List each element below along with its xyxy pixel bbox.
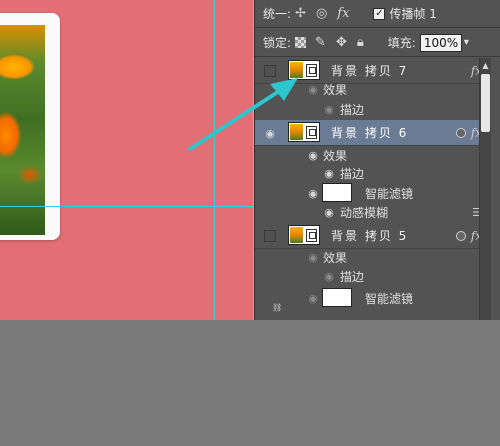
effects-row[interactable]: ◉ 效果	[255, 248, 490, 267]
effects-label: 效果	[323, 149, 348, 163]
horizontal-guide[interactable]	[0, 206, 253, 207]
smart-object-badge-icon	[456, 127, 466, 138]
motion-blur-filter-row[interactable]: ◉ 动感模糊 ☰	[255, 203, 490, 222]
smart-filter-mask-thumbnail[interactable]	[322, 183, 352, 202]
smart-filters-eye-icon[interactable]: ◉	[306, 292, 320, 305]
effects-eye-icon[interactable]: ◉	[306, 83, 320, 96]
fill-opacity-input[interactable]: 100%	[419, 33, 462, 52]
fill-dropdown-icon[interactable]: ▾	[464, 37, 469, 48]
smart-filters-eye-icon[interactable]: ◉	[306, 187, 320, 200]
stroke-eye-icon[interactable]: ◉	[322, 270, 336, 283]
lock-transparent-pixels-icon[interactable]	[295, 37, 307, 48]
unify-label: 统一:	[263, 7, 292, 21]
propagate-frame-label: 传播帧 1	[389, 7, 437, 21]
smart-filter-mask-thumbnail[interactable]	[322, 288, 352, 307]
motion-blur-eye-icon[interactable]: ◉	[322, 206, 336, 219]
layer-name: 背景 拷贝 6	[331, 126, 409, 140]
layers-list: 背景 拷贝 7 fx ◉ 效果 ◉ 描边 ◉ 背景 拷贝 6 fx ◉ 效果 ◉…	[255, 58, 490, 320]
workspace-background	[0, 320, 500, 446]
lock-position-icon[interactable]: ✥	[336, 35, 347, 50]
effects-eye-icon[interactable]: ◉	[306, 149, 320, 162]
lock-toolbar: 锁定: ✎ ✥ 🔒︎ 填充: 100% ▾	[255, 29, 500, 57]
layer-row-background-copy-5[interactable]: 背景 拷贝 5 fx	[255, 223, 490, 249]
stroke-effect-row[interactable]: ◉ 描边	[255, 164, 490, 183]
visibility-toggle[interactable]	[263, 229, 277, 243]
effects-eye-icon[interactable]: ◉	[306, 251, 320, 264]
layers-scrollbar[interactable]: ▲	[479, 58, 491, 320]
pin-position-icon[interactable]: ✢	[295, 6, 306, 21]
motion-blur-label: 动感模糊	[340, 206, 389, 220]
effects-label: 效果	[323, 83, 348, 97]
effects-label: 效果	[323, 251, 348, 265]
visibility-link-icon[interactable]: ◎	[316, 6, 327, 21]
effects-row[interactable]: ◉ 效果	[255, 80, 490, 99]
vertical-guide[interactable]	[214, 0, 215, 320]
smart-object-badge-icon	[456, 230, 466, 241]
stroke-label: 描边	[340, 103, 365, 117]
layer-row-background-copy-6[interactable]: ◉ 背景 拷贝 6 fx	[255, 120, 490, 146]
fill-label: 填充:	[387, 36, 416, 50]
layer-thumbnail	[288, 60, 320, 80]
unify-toolbar: 统一: ✢ ◎ fx ✓ 传播帧 1	[255, 0, 500, 28]
lock-label: 锁定:	[263, 36, 292, 50]
lock-image-pixels-icon[interactable]: ✎	[315, 35, 326, 50]
smart-filters-row[interactable]: ◉ 智能滤镜	[255, 182, 490, 204]
layer-link-icon: ⛓	[272, 303, 283, 312]
propagate-frame-checkbox[interactable]: ✓	[373, 7, 386, 20]
layer-name: 背景 拷贝 5	[331, 229, 409, 243]
layers-panel: 统一: ✢ ◎ fx ✓ 传播帧 1 锁定: ✎ ✥ 🔒︎ 填充: 100% ▾…	[254, 0, 500, 320]
layer-thumbnail	[288, 122, 320, 142]
fx-style-icon[interactable]: fx	[337, 6, 349, 21]
effects-row[interactable]: ◉ 效果	[255, 146, 490, 165]
stroke-effect-row[interactable]: ◉ 描边	[255, 100, 490, 119]
scroll-up-arrow-icon[interactable]: ▲	[480, 60, 491, 72]
smart-filters-label: 智能滤镜	[365, 291, 414, 306]
visibility-toggle[interactable]	[263, 64, 277, 78]
stroke-eye-icon[interactable]: ◉	[322, 167, 336, 180]
lock-all-icon[interactable]: 🔒︎	[357, 35, 364, 50]
smart-filters-label: 智能滤镜	[365, 186, 414, 201]
scrollbar-thumb[interactable]	[481, 74, 490, 132]
smart-filters-row[interactable]: ◉ 智能滤镜	[255, 287, 490, 309]
layer-name: 背景 拷贝 7	[331, 64, 409, 78]
visibility-toggle[interactable]: ◉	[263, 126, 277, 140]
document-canvas[interactable]	[0, 0, 253, 320]
stroke-label: 描边	[340, 167, 365, 181]
layer-thumbnail	[288, 225, 320, 245]
stroke-eye-icon[interactable]: ◉	[322, 103, 336, 116]
stroke-effect-row[interactable]: ◉ 描边	[255, 267, 490, 286]
stroke-label: 描边	[340, 270, 365, 284]
flower-photo	[0, 25, 45, 235]
